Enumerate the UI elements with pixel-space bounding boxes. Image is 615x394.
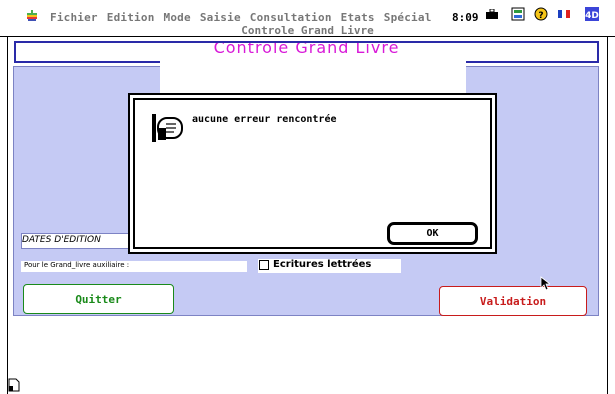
validate-button[interactable]: Validation [439, 286, 587, 316]
menu-list: Fichier Edition Mode Saisie Consultation… [50, 11, 432, 24]
form-header-title: Controle Grand Livre [213, 41, 400, 57]
menu-special[interactable]: Spécial [384, 11, 432, 24]
menubar-clock[interactable]: 8:09 [452, 11, 479, 24]
french-flag-icon[interactable] [558, 10, 570, 18]
svg-text:?: ? [538, 11, 543, 21]
menu-mode[interactable]: Mode [164, 11, 191, 24]
quit-button-label: Quitter [75, 292, 122, 306]
ok-button-label: OK [426, 228, 439, 239]
menu-bar: Fichier Edition Mode Saisie Consultation… [0, 0, 615, 25]
ecritures-lettrees-checkbox[interactable] [259, 260, 269, 270]
svg-text:4D: 4D [585, 11, 599, 21]
quit-button[interactable]: Quitter [23, 284, 174, 314]
briefcase-icon[interactable] [486, 9, 498, 19]
ecritures-lettrees-label: Ecritures lettrées [273, 259, 372, 270]
menu-edition[interactable]: Edition [107, 11, 155, 24]
menu-etats[interactable]: Etats [341, 11, 375, 24]
4d-icon[interactable]: 4D [585, 7, 599, 21]
validate-button-label: Validation [479, 294, 547, 308]
network-icon[interactable] [511, 7, 525, 21]
form-white-area [160, 57, 466, 97]
dates-label: DATES D'EDITION [22, 235, 101, 245]
mouse-cursor-icon [540, 276, 550, 291]
dialog-message: aucune erreur rencontrée [192, 114, 337, 125]
apple-icon[interactable] [26, 10, 38, 22]
menu-fichier[interactable]: Fichier [50, 11, 98, 24]
help-icon[interactable]: ? [534, 7, 548, 21]
menu-saisie[interactable]: Saisie [200, 11, 241, 24]
document-icon[interactable] [8, 378, 20, 392]
menu-consultation[interactable]: Consultation [250, 11, 332, 24]
note-icon [152, 114, 183, 142]
aux-ledger-label: Pour le Grand_livre auxiliaire : [24, 261, 130, 269]
ok-button[interactable]: OK [387, 222, 478, 245]
